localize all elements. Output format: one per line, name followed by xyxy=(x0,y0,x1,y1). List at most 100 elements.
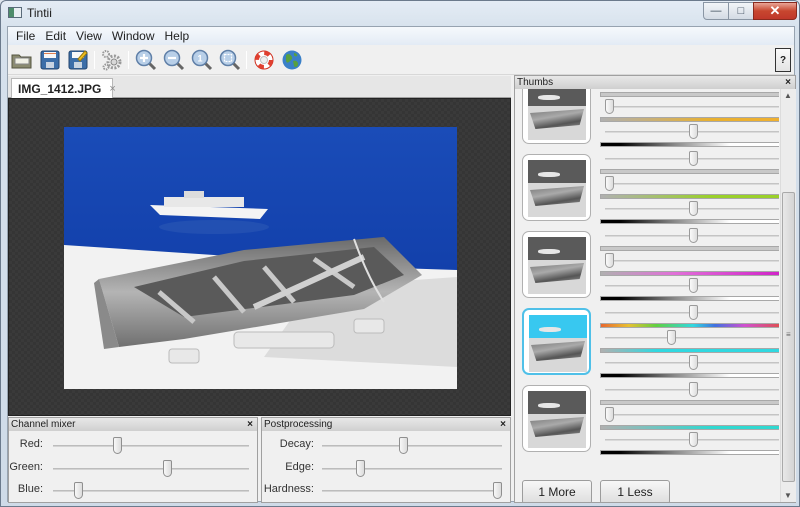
document-tab-bar: IMG_1412.JPG × xyxy=(8,76,511,99)
zoom-out-button[interactable] xyxy=(162,49,186,71)
website-button[interactable] xyxy=(280,49,304,71)
app-window: Tintii — □ ✕ File Edit View Window Help xyxy=(0,0,800,507)
value-slider[interactable] xyxy=(600,431,779,449)
thumb-card[interactable] xyxy=(522,154,591,221)
menu-help[interactable]: Help xyxy=(160,29,195,43)
thumb-card[interactable] xyxy=(522,89,591,144)
postprocessing-panel: Postprocessing × Decay: Edge: Hardness: xyxy=(261,417,511,503)
close-icon[interactable]: × xyxy=(785,76,791,89)
svg-text:1: 1 xyxy=(197,54,202,64)
green-slider-handle[interactable] xyxy=(163,460,173,477)
value-slider-handle[interactable] xyxy=(689,432,698,447)
value-slider-handle[interactable] xyxy=(689,201,698,216)
scroll-up-arrow-icon[interactable]: ▲ xyxy=(784,91,792,100)
one-less-button[interactable]: 1 Less xyxy=(600,480,670,502)
thumb-ship xyxy=(538,249,560,254)
close-icon: ✕ xyxy=(769,3,781,18)
saturation-slider[interactable] xyxy=(600,252,779,270)
thumb-image xyxy=(528,237,586,294)
value-slider-handle[interactable] xyxy=(689,355,698,370)
red-slider-track[interactable] xyxy=(53,445,249,447)
menu-edit[interactable]: Edit xyxy=(40,29,71,43)
open-button[interactable] xyxy=(10,49,34,71)
close-icon[interactable]: × xyxy=(247,418,253,431)
tab-close-icon[interactable]: × xyxy=(109,83,115,95)
menu-window[interactable]: Window xyxy=(107,29,160,43)
zoom-in-button[interactable] xyxy=(134,49,158,71)
saturation-slider-handle[interactable] xyxy=(667,330,677,345)
saturation-gradient-bar xyxy=(600,117,779,122)
zoom-out-icon xyxy=(163,49,185,71)
decay-label: Decay: xyxy=(279,438,314,450)
menu-view[interactable]: View xyxy=(71,29,107,43)
saturation-slider[interactable] xyxy=(600,406,779,424)
one-more-button[interactable]: 1 More xyxy=(522,480,592,502)
saturation-slider-track[interactable] xyxy=(605,183,779,185)
menu-file[interactable]: File xyxy=(11,29,40,43)
thumb-card[interactable] xyxy=(522,231,591,298)
value-slider[interactable] xyxy=(600,200,779,218)
saturation-slider-handle[interactable] xyxy=(605,99,614,114)
thumbs-list: 1 More 1 Less xyxy=(515,89,779,502)
hardness-slider-handle[interactable] xyxy=(493,482,502,499)
hardness-slider-track[interactable] xyxy=(322,490,502,492)
saturation-slider-track[interactable] xyxy=(605,414,779,416)
saturation-slider-track[interactable] xyxy=(605,260,779,262)
blue-slider-handle[interactable] xyxy=(73,482,83,499)
thumb-ship xyxy=(538,403,560,408)
saturation-slider[interactable] xyxy=(600,175,779,193)
maximize-button[interactable]: □ xyxy=(728,2,754,20)
thumbs-scrollbar[interactable]: ▲ ≡ ▼ xyxy=(780,89,796,502)
hue-slider-handle[interactable] xyxy=(689,382,698,397)
saturation-slider-handle[interactable] xyxy=(605,407,614,422)
hue-slider-handle[interactable] xyxy=(689,228,698,243)
hue-slider[interactable] xyxy=(600,304,779,322)
hue-slider[interactable] xyxy=(600,381,779,399)
thumb-card[interactable] xyxy=(522,308,591,375)
hue-slider[interactable] xyxy=(600,150,779,168)
photo-image xyxy=(64,127,457,389)
thumb-image xyxy=(529,315,587,372)
edge-slider-track[interactable] xyxy=(322,468,502,470)
hue-slider[interactable] xyxy=(600,227,779,245)
saturation-slider-handle[interactable] xyxy=(605,253,614,268)
saturation-slider[interactable] xyxy=(600,98,779,116)
decay-slider-handle[interactable] xyxy=(398,437,408,454)
edge-slider-handle[interactable] xyxy=(356,460,366,477)
scroll-down-arrow-icon[interactable]: ▼ xyxy=(784,491,792,500)
document-tab[interactable]: IMG_1412.JPG × xyxy=(11,78,116,99)
close-icon[interactable]: × xyxy=(500,418,506,431)
value-slider[interactable] xyxy=(600,354,779,372)
settings-button[interactable] xyxy=(100,49,124,71)
saturation-slider[interactable] xyxy=(600,329,779,347)
minimize-button[interactable]: — xyxy=(703,2,729,20)
value-gradient-bar xyxy=(600,450,779,455)
saturation-slider-track[interactable] xyxy=(605,337,779,339)
whats-this-button[interactable]: ? xyxy=(775,48,791,72)
save-button[interactable] xyxy=(38,49,62,71)
close-window-button[interactable]: ✕ xyxy=(753,2,797,20)
thumb-boat xyxy=(530,417,584,437)
value-slider-handle[interactable] xyxy=(689,124,698,139)
value-slider-handle[interactable] xyxy=(689,278,698,293)
value-slider[interactable] xyxy=(600,123,779,141)
saturation-slider-track[interactable] xyxy=(605,106,779,108)
hue-slider[interactable] xyxy=(600,89,779,91)
thumbs-title-text: Thumbs xyxy=(517,77,554,88)
hue-slider-handle[interactable] xyxy=(689,305,698,320)
help-button[interactable] xyxy=(252,49,276,71)
decay-slider-track[interactable] xyxy=(322,445,502,447)
red-slider-handle[interactable] xyxy=(112,437,122,454)
image-canvas[interactable] xyxy=(8,98,511,416)
red-slider-row: Red: xyxy=(9,435,257,455)
green-slider-track[interactable] xyxy=(53,468,249,470)
scrollbar-thumb[interactable]: ≡ xyxy=(782,192,795,482)
saturation-slider-handle[interactable] xyxy=(605,176,614,191)
hue-slider-handle[interactable] xyxy=(689,151,698,166)
save-as-button[interactable] xyxy=(66,49,90,71)
zoom-actual-icon: 1 xyxy=(191,49,213,71)
value-slider[interactable] xyxy=(600,277,779,295)
thumb-card[interactable] xyxy=(522,385,591,452)
zoom-fit-button[interactable] xyxy=(218,49,242,71)
zoom-actual-size-button[interactable]: 1 xyxy=(190,49,214,71)
